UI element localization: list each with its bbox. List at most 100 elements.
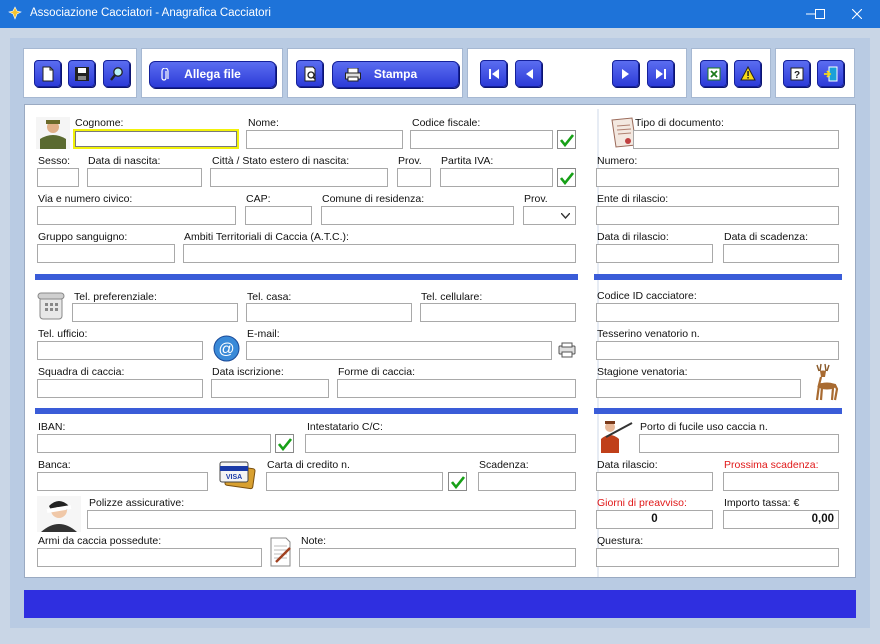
insurance-icon <box>37 496 81 532</box>
insurance-field[interactable] <box>87 510 576 529</box>
tax-code-check-button[interactable] <box>557 130 576 149</box>
new-record-button[interactable] <box>34 60 61 87</box>
chevron-down-icon <box>561 213 570 219</box>
print-preview-button[interactable] <box>296 60 323 87</box>
blood-type-label: Gruppo sanguigno: <box>38 231 128 243</box>
hunting-card-field[interactable] <box>596 341 839 360</box>
svg-text:@: @ <box>218 341 234 358</box>
previous-record-button[interactable] <box>515 60 542 87</box>
card-expiry-field[interactable] <box>478 472 576 491</box>
credit-card-field[interactable] <box>266 472 443 491</box>
tax-amount-field[interactable]: 0,00 <box>723 510 839 529</box>
police-station-label: Questura: <box>597 535 644 547</box>
doc-issue-date-field[interactable] <box>596 244 713 263</box>
bank-field[interactable] <box>37 472 208 491</box>
birth-city-field[interactable] <box>210 168 388 187</box>
alert-button[interactable] <box>734 60 761 87</box>
notice-days-field[interactable]: 0 <box>596 510 713 529</box>
printer-icon <box>345 68 361 82</box>
vat-field[interactable] <box>440 168 553 187</box>
doc-issuer-label: Ente di rilascio: <box>597 193 669 205</box>
doc-issue-date-label: Data di rilascio: <box>597 231 669 243</box>
gun-license-field[interactable] <box>639 434 839 453</box>
address-field[interactable] <box>37 206 236 225</box>
send-email-icon[interactable] <box>558 342 576 358</box>
bank-label: Banca: <box>38 459 71 471</box>
toolbar-group-file <box>23 48 137 98</box>
birth-prov-field[interactable] <box>397 168 431 187</box>
print-button[interactable]: Stampa <box>332 61 459 88</box>
next-expiry-field[interactable] <box>723 472 839 491</box>
close-button[interactable] <box>834 0 880 28</box>
police-station-field[interactable] <box>596 548 839 567</box>
iban-field[interactable] <box>37 434 271 453</box>
mobile-field[interactable] <box>420 303 576 322</box>
doc-type-label: Tipo di documento: <box>635 117 724 129</box>
credit-card-check-button[interactable] <box>448 472 467 491</box>
zip-field[interactable] <box>245 206 312 225</box>
atc-field[interactable] <box>183 244 576 263</box>
vat-check-button[interactable] <box>557 168 576 187</box>
prov-select[interactable] <box>523 206 576 225</box>
paperclip-icon <box>161 68 169 81</box>
weapons-field[interactable] <box>37 548 262 567</box>
hunting-forms-field[interactable] <box>337 379 576 398</box>
first-record-icon <box>489 69 499 79</box>
pref-phone-field[interactable] <box>72 303 238 322</box>
doc-issuer-field[interactable] <box>596 206 839 225</box>
email-field[interactable] <box>246 341 552 360</box>
save-button[interactable] <box>68 60 95 87</box>
iban-label: IBAN: <box>38 421 66 433</box>
license-issue-date-field[interactable] <box>596 472 713 491</box>
name-label: Nome: <box>248 117 279 129</box>
season-label: Stagione venatoria: <box>597 366 688 378</box>
tax-code-field[interactable] <box>410 130 553 149</box>
section-separator <box>594 408 842 414</box>
signup-date-field[interactable] <box>211 379 329 398</box>
title-bar: Associazione Cacciatori - Anagrafica Cac… <box>0 0 880 28</box>
blood-type-field[interactable] <box>37 244 175 263</box>
search-button[interactable] <box>103 60 130 87</box>
sex-field[interactable] <box>37 168 79 187</box>
gun-license-label: Porto di fucile uso caccia n. <box>640 421 768 433</box>
city-label: Comune di residenza: <box>322 193 425 205</box>
hunter-id-field[interactable] <box>596 303 839 322</box>
attach-file-button[interactable]: Allega file <box>149 61 276 88</box>
birth-date-field[interactable] <box>87 168 202 187</box>
tax-amount-label: Importo tassa: € <box>724 497 800 509</box>
office-phone-field[interactable] <box>37 341 203 360</box>
previous-icon <box>526 69 533 79</box>
next-record-button[interactable] <box>612 60 639 87</box>
email-label: E-mail: <box>247 328 280 340</box>
close-icon <box>852 9 862 19</box>
excel-export-button[interactable] <box>700 60 727 87</box>
doc-number-field[interactable] <box>596 168 839 187</box>
email-at-icon: @ <box>213 335 240 362</box>
help-icon: ? <box>790 67 804 81</box>
first-record-button[interactable] <box>480 60 507 87</box>
exit-button[interactable] <box>817 60 844 87</box>
toolbar-group-navigation <box>467 48 687 98</box>
office-phone-label: Tel. ufficio: <box>38 328 88 340</box>
season-field[interactable] <box>596 379 801 398</box>
last-record-button[interactable] <box>647 60 674 87</box>
name-field[interactable] <box>246 130 403 149</box>
checkmark-icon <box>560 172 574 185</box>
section-separator <box>35 408 578 414</box>
surname-field[interactable] <box>73 129 239 149</box>
doc-expiry-date-field[interactable] <box>723 244 839 263</box>
toolbar-group-print: Stampa <box>287 48 463 98</box>
hunter-id-label: Codice ID cacciatore: <box>597 290 697 302</box>
account-holder-field[interactable] <box>305 434 576 453</box>
iban-check-button[interactable] <box>275 434 294 453</box>
help-button[interactable]: ? <box>783 60 810 87</box>
city-field[interactable] <box>321 206 514 225</box>
birth-date-label: Data di nascita: <box>88 155 161 167</box>
notes-field[interactable] <box>299 548 576 567</box>
hunting-team-field[interactable] <box>37 379 203 398</box>
hunting-forms-label: Forme di caccia: <box>338 366 416 378</box>
svg-text:VISA: VISA <box>226 474 242 481</box>
doc-type-field[interactable] <box>633 130 839 149</box>
home-phone-field[interactable] <box>246 303 412 322</box>
checkmark-icon <box>560 134 574 147</box>
